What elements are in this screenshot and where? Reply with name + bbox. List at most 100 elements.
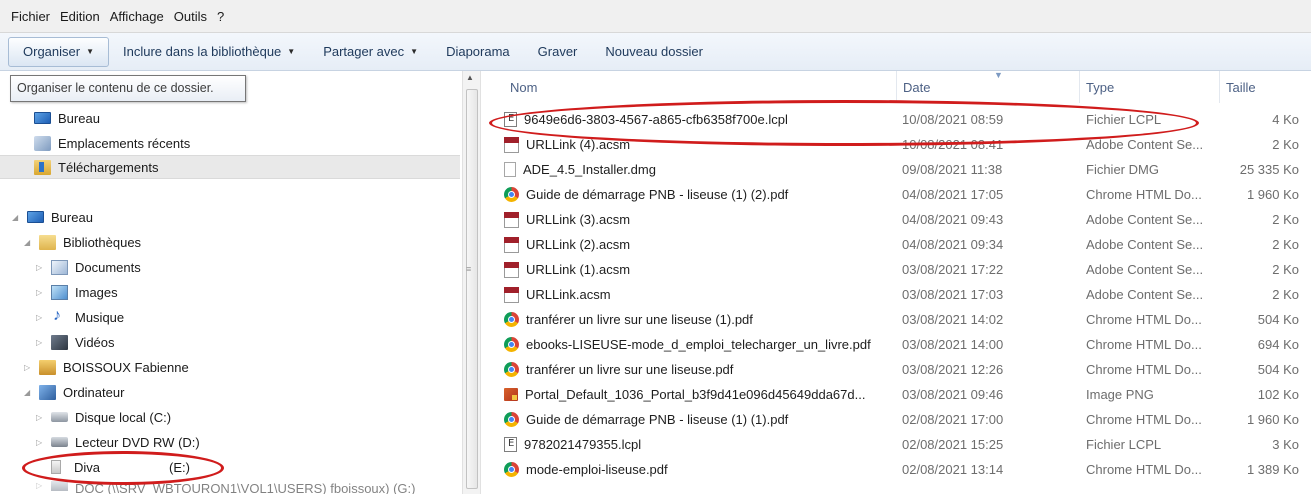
- file-row[interactable]: tranférer un livre sur une liseuse (1).p…: [482, 307, 1311, 332]
- user-folder-icon: [39, 359, 56, 375]
- file-name: URLLink.acsm: [526, 287, 611, 302]
- file-size: 2 Ko: [1272, 137, 1299, 152]
- navigation-pane: Bureau Emplacements récents Téléchargeme…: [0, 71, 462, 494]
- file-row[interactable]: ADE_4.5_Installer.dmg 09/08/2021 11:38 Fic…: [482, 157, 1311, 182]
- lcpl-file-icon: [504, 437, 517, 452]
- file-size: 1 389 Ko: [1246, 462, 1299, 477]
- expand-arrow-icon[interactable]: ▷: [36, 338, 44, 347]
- nav-tree-videos[interactable]: ▷ Vidéos: [36, 330, 115, 354]
- file-date: 02/08/2021 15:25: [902, 437, 1004, 452]
- include-label: Inclure dans la bibliothèque: [123, 44, 282, 59]
- menu-fichier[interactable]: Fichier: [10, 7, 51, 26]
- menu-bar: Fichier Edition Affichage Outils ?: [0, 0, 1311, 33]
- file-row[interactable]: 9649e6d6-3803-4567-a865-cfb6358f700e.lcp…: [482, 107, 1311, 132]
- nav-tree-local-disk[interactable]: ▷ Disque local (C:): [36, 405, 171, 429]
- nav-favorite-recent-places[interactable]: Emplacements récents: [34, 131, 190, 155]
- file-date: 03/08/2021 17:03: [902, 287, 1004, 302]
- file-row[interactable]: Portal_Default_1036_Portal_b3f9d41e096d4…: [482, 382, 1311, 407]
- chevron-down-icon: ▼: [410, 47, 419, 56]
- file-row[interactable]: URLLink.acsm 03/08/2021 17:03 Adobe Conten…: [482, 282, 1311, 307]
- nav-tree-computer[interactable]: ◢ Ordinateur: [24, 380, 124, 404]
- nav-label: Bureau: [51, 209, 93, 225]
- file-row[interactable]: Guide de démarrage PNB - liseuse (1) (2)…: [482, 182, 1311, 207]
- file-name-cell: 9782021479355.lcpl: [504, 432, 899, 457]
- nav-tree-images[interactable]: ▷ Images: [36, 280, 118, 304]
- menu-edition[interactable]: Edition: [59, 7, 101, 26]
- file-type: Chrome HTML Do...: [1086, 362, 1202, 377]
- file-date: 03/08/2021 14:02: [902, 312, 1004, 327]
- nav-tree-libraries[interactable]: ◢ Bibliothèques: [24, 230, 141, 254]
- file-date: 09/08/2021 11:38: [902, 162, 1003, 177]
- menu-outils[interactable]: Outils: [173, 7, 208, 26]
- chrome-html-icon: [504, 337, 519, 352]
- nav-favorite-downloads[interactable]: Téléchargements: [0, 155, 460, 179]
- acsm-file-icon: [504, 286, 519, 303]
- acsm-file-icon: [504, 211, 519, 228]
- scroll-up-arrow-icon[interactable]: ▲: [466, 73, 474, 82]
- nav-label: Images: [75, 284, 118, 300]
- file-size: 2 Ko: [1272, 212, 1299, 227]
- nav-tree-desktop[interactable]: ◢ Bureau: [12, 205, 93, 229]
- nav-label: Téléchargements: [58, 159, 159, 175]
- dmg-file-icon: [504, 162, 516, 177]
- file-row[interactable]: mode-emploi-liseuse.pdf 02/08/2021 13:14 C…: [482, 457, 1311, 482]
- menu-affichage[interactable]: Affichage: [109, 7, 165, 26]
- file-row[interactable]: Guide de démarrage PNB - liseuse (1) (1)…: [482, 407, 1311, 432]
- expand-arrow-icon[interactable]: ▷: [36, 263, 44, 272]
- file-row[interactable]: URLLink (1).acsm 03/08/2021 17:22 Adobe Co…: [482, 257, 1311, 282]
- nav-tree-documents[interactable]: ▷ Documents: [36, 255, 141, 279]
- file-date: 02/08/2021 13:14: [902, 462, 1004, 477]
- collapse-arrow-icon[interactable]: ◢: [24, 388, 32, 397]
- file-row[interactable]: URLLink (2).acsm 04/08/2021 09:34 Adobe Co…: [482, 232, 1311, 257]
- expand-arrow-icon[interactable]: ▷: [36, 313, 44, 322]
- expand-arrow-icon[interactable]: ▷: [24, 363, 32, 372]
- collapse-arrow-icon[interactable]: ◢: [12, 213, 20, 222]
- file-name-cell: URLLink (4).acsm: [504, 132, 899, 157]
- nav-tree-user-folder[interactable]: ▷ BOISSOUX Fabienne: [24, 355, 189, 379]
- new-folder-button[interactable]: Nouveau dossier: [591, 37, 717, 67]
- collapse-arrow-icon[interactable]: ◢: [24, 238, 32, 247]
- file-size: 504 Ko: [1257, 362, 1299, 377]
- file-row[interactable]: 9782021479355.lcpl 02/08/2021 15:25 Fichie…: [482, 432, 1311, 457]
- nav-tree-network-drive[interactable]: ▷ DOC (\\SRV_WBTOURON1\VOL1\USERS) fbois…: [36, 481, 415, 494]
- file-name: URLLink (1).acsm: [526, 262, 631, 277]
- column-header-name[interactable]: Nom: [504, 71, 902, 103]
- column-header-type[interactable]: Type: [1080, 71, 1220, 103]
- file-name-cell: URLLink (2).acsm: [504, 232, 899, 257]
- file-date: 04/08/2021 17:05: [902, 187, 1004, 202]
- file-type: Chrome HTML Do...: [1086, 312, 1202, 327]
- dvd-drive-icon: [51, 437, 68, 447]
- menu-help[interactable]: ?: [216, 7, 225, 26]
- organise-button[interactable]: Organiser ▼: [8, 36, 109, 67]
- file-row[interactable]: tranférer un livre sur une liseuse.pdf 03…: [482, 357, 1311, 382]
- file-name-cell: tranférer un livre sur une liseuse.pdf: [504, 357, 899, 382]
- include-in-library-button[interactable]: Inclure dans la bibliothèque ▼: [109, 37, 309, 67]
- file-type: Fichier LCPL: [1086, 112, 1162, 127]
- file-row[interactable]: URLLink (4).acsm 10/08/2021 08:41 Adobe Co…: [482, 132, 1311, 157]
- nav-label: Lecteur DVD RW (D:): [75, 434, 200, 450]
- file-type: Adobe Content Se...: [1086, 237, 1204, 252]
- file-row[interactable]: URLLink (3).acsm 04/08/2021 09:43 Adobe Co…: [482, 207, 1311, 232]
- nav-tree-diva-drive[interactable]: Diva (E:): [36, 455, 190, 479]
- nav-tree-music[interactable]: ▷ Musique: [36, 305, 124, 329]
- nav-label: Vidéos: [75, 334, 115, 350]
- file-date: 03/08/2021 17:22: [902, 262, 1004, 277]
- burn-button[interactable]: Graver: [524, 37, 592, 67]
- nav-tree-dvd-drive[interactable]: ▷ Lecteur DVD RW (D:): [36, 430, 200, 454]
- column-header-size[interactable]: Taille: [1220, 71, 1311, 103]
- scroll-thumb[interactable]: [466, 89, 478, 489]
- expand-arrow-icon[interactable]: ▷: [36, 438, 44, 447]
- expand-arrow-icon[interactable]: ▷: [36, 481, 44, 490]
- file-type: Adobe Content Se...: [1086, 262, 1204, 277]
- nav-pane-scrollbar[interactable]: ▲ ≡: [462, 71, 481, 494]
- nav-label: Bureau: [58, 110, 100, 126]
- file-type: Adobe Content Se...: [1086, 212, 1204, 227]
- slideshow-button[interactable]: Diaporama: [432, 37, 524, 67]
- column-header-date[interactable]: Date ▼: [896, 70, 1080, 103]
- expand-arrow-icon[interactable]: ▷: [36, 413, 44, 422]
- nav-favorite-desktop[interactable]: Bureau: [34, 106, 100, 130]
- file-row[interactable]: ebooks-LISEUSE-mode_d_emploi_telecharger…: [482, 332, 1311, 357]
- file-date: 03/08/2021 09:46: [902, 387, 1004, 402]
- expand-arrow-icon[interactable]: ▷: [36, 288, 44, 297]
- share-with-button[interactable]: Partager avec ▼: [309, 37, 432, 67]
